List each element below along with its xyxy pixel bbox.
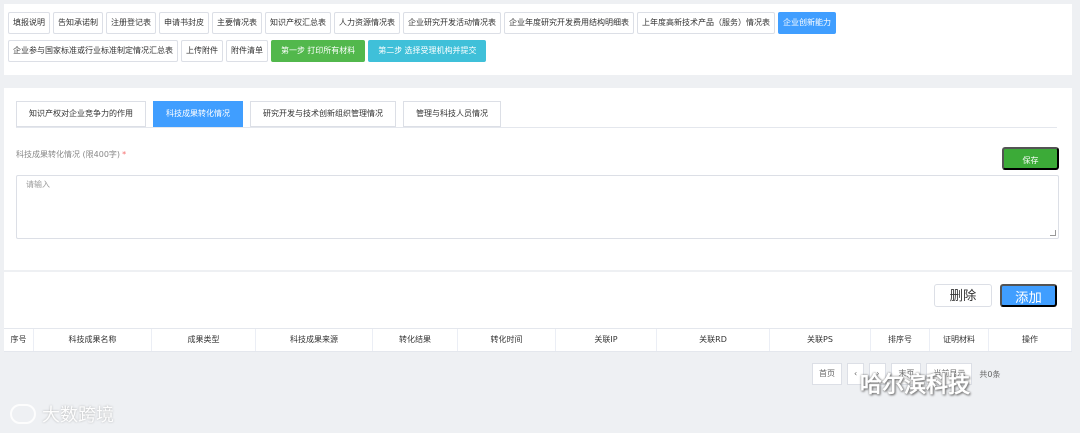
form-nav-item[interactable]: 主要情况表 — [212, 12, 262, 34]
form-nav-item[interactable]: 企业年度研究开发费用结构明细表 — [504, 12, 634, 34]
form-nav-item[interactable]: 知识产权汇总表 — [265, 12, 331, 34]
field-label: 科技成果转化情况 (限400字) * — [16, 149, 126, 160]
resize-handle-icon[interactable] — [1050, 230, 1056, 236]
form-nav-panel: 填报说明 告知承诺制 注册登记表 申请书封皮 主要情况表 知识产权汇总表 人力资源情况表 企业… — [4, 4, 1072, 75]
column-header: 排序号 — [871, 329, 930, 351]
column-header: 关联RD — [657, 329, 770, 351]
form-nav-row-1: 填报说明 告知承诺制 注册登记表 申请书封皮 主要情况表 知识产权汇总表 人力资源情况表 企业… — [8, 12, 836, 34]
step2-submit-button[interactable]: 第二步 选择受理机构并提交 — [368, 40, 487, 62]
section-tab[interactable]: 知识产权对企业竞争力的作用 — [16, 101, 146, 127]
section-tab[interactable]: 研究开发与技术创新组织管理情况 — [250, 101, 396, 127]
form-nav-item[interactable]: 注册登记表 — [106, 12, 156, 34]
column-header: 科技成果名称 — [34, 329, 152, 351]
total-count: 共0条 — [979, 369, 1001, 379]
innovation-form-panel: 知识产权对企业竞争力的作用 科技成果转化情况 研究开发与技术创新组织管理情况 管理与科… — [4, 88, 1072, 270]
column-header: 序号 — [4, 329, 34, 351]
form-nav-item[interactable]: 人力资源情况表 — [334, 12, 400, 34]
add-button[interactable]: 添加 — [1000, 284, 1057, 307]
form-nav-item[interactable]: 填报说明 — [8, 12, 50, 34]
form-nav-item[interactable]: 企业创新能力 — [778, 12, 836, 34]
transformation-textarea[interactable]: 请输入 — [16, 175, 1059, 239]
form-nav-item[interactable]: 企业研究开发活动情况表 — [403, 12, 501, 34]
column-header: 转化结果 — [373, 329, 458, 351]
logo-icon — [10, 404, 36, 424]
save-button[interactable]: 保存 — [1002, 147, 1059, 170]
column-header: 关联PS — [770, 329, 871, 351]
form-nav-item[interactable]: 申请书封皮 — [159, 12, 209, 34]
first-page-button[interactable]: 首页 — [812, 363, 842, 385]
table-header: 序号 科技成果名称 成果类型 科技成果来源 转化结果 转化时间 关联IP 关联RD 关联PS 排序… — [4, 328, 1072, 352]
form-nav-item[interactable]: 上年度高新技术产品（服务）情况表 — [637, 12, 775, 34]
form-nav-row-2: 企业参与国家标准或行业标准制定情况汇总表 上传附件 附件清单 第一步 打印所有材料 第… — [8, 40, 487, 62]
delete-button[interactable]: 删除 — [934, 284, 992, 307]
field-label-text: 科技成果转化情况 (限400字) — [16, 150, 121, 159]
section-tab[interactable]: 科技成果转化情况 — [153, 101, 243, 127]
step1-print-button[interactable]: 第一步 打印所有材料 — [271, 40, 366, 62]
form-nav-item[interactable]: 企业参与国家标准或行业标准制定情况汇总表 — [8, 40, 178, 62]
required-mark: * — [122, 150, 127, 159]
column-header: 成果类型 — [152, 329, 256, 351]
form-nav-item[interactable]: 告知承诺制 — [53, 12, 103, 34]
form-nav-item[interactable]: 上传附件 — [181, 40, 223, 62]
textarea-placeholder: 请输入 — [26, 180, 50, 189]
column-header: 转化时间 — [458, 329, 556, 351]
form-nav-item[interactable]: 附件清单 — [226, 40, 268, 62]
achievement-list-panel: 删除 添加 序号 科技成果名称 成果类型 科技成果来源 转化结果 转化时间 关联IP 关联RD… — [4, 272, 1072, 352]
column-header: 操作 — [989, 329, 1072, 351]
section-tab[interactable]: 管理与科技人员情况 — [403, 101, 501, 127]
column-header: 证明材料 — [930, 329, 989, 351]
watermark-right: 哈尔滨科技 — [860, 367, 970, 399]
watermark-left: 大数跨境 — [10, 401, 114, 427]
section-tabs: 知识产权对企业竞争力的作用 科技成果转化情况 研究开发与技术创新组织管理情况 管理与科… — [16, 101, 501, 127]
column-header: 科技成果来源 — [256, 329, 373, 351]
column-header: 关联IP — [556, 329, 657, 351]
tab-divider — [16, 127, 1057, 128]
watermark-right-text: 哈尔滨科技 — [860, 373, 971, 398]
watermark-left-text: 大数跨境 — [42, 405, 114, 426]
